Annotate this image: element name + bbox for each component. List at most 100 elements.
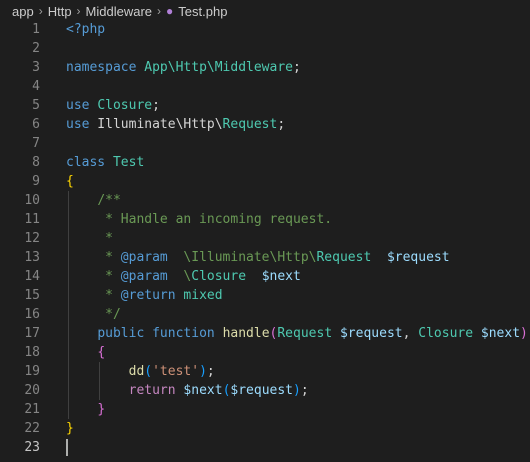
line-number: 5 bbox=[32, 98, 40, 113]
code-line[interactable]: 16 */ bbox=[0, 305, 530, 324]
breadcrumb-item-http[interactable]: Http bbox=[48, 4, 72, 19]
code-token: ) bbox=[199, 364, 207, 379]
code-editor[interactable]: 1 <?php 2 3 namespace App\Http\Middleware; 4 5… bbox=[0, 20, 530, 457]
code-token: \ bbox=[167, 269, 192, 284]
chevron-right-icon: › bbox=[76, 4, 81, 18]
code-token: ; bbox=[293, 60, 301, 75]
code-line[interactable]: 10 /** bbox=[0, 191, 530, 210]
code-line[interactable]: 7 bbox=[0, 134, 530, 153]
breadcrumb: app › Http › Middleware › ● Test.php bbox=[0, 0, 530, 22]
code-line[interactable]: 18 { bbox=[0, 343, 530, 362]
code-token: Illuminate\Http\ bbox=[89, 117, 223, 132]
code-token: return bbox=[128, 383, 176, 398]
code-line[interactable]: 21 } bbox=[0, 400, 530, 419]
code-token: * bbox=[97, 250, 121, 265]
code-token: , bbox=[402, 326, 419, 341]
code-token: ) bbox=[520, 326, 528, 341]
code-content: */ bbox=[66, 305, 121, 324]
code-line[interactable]: 2 bbox=[0, 39, 530, 58]
code-token: $request bbox=[339, 326, 403, 341]
code-line[interactable]: 19 dd('test'); bbox=[0, 362, 530, 381]
code-content: class Test bbox=[66, 153, 144, 172]
code-token: /** bbox=[97, 193, 121, 208]
code-line[interactable]: 9{ bbox=[0, 172, 530, 191]
code-line[interactable]: 11 * Handle an incoming request. bbox=[0, 210, 530, 229]
breadcrumb-file[interactable]: Test.php bbox=[178, 4, 227, 19]
code-token: Closure bbox=[418, 326, 474, 341]
code-token: $next bbox=[183, 383, 223, 398]
line-number: 9 bbox=[32, 174, 40, 189]
code-token: { bbox=[97, 345, 106, 360]
code-token: ( bbox=[144, 364, 153, 379]
code-token: */ bbox=[97, 307, 121, 322]
code-content: /** bbox=[66, 191, 121, 210]
line-number: 12 bbox=[24, 231, 40, 246]
code-content: } bbox=[66, 419, 74, 438]
code-content: * @param \Closure $next bbox=[66, 267, 301, 286]
line-number: 6 bbox=[32, 117, 40, 132]
line-number: 1 bbox=[32, 22, 40, 37]
line-number: 4 bbox=[32, 79, 40, 94]
code-line[interactable]: 23 bbox=[0, 438, 530, 457]
line-number: 20 bbox=[24, 383, 40, 398]
code-content: public function handle(Request $request,… bbox=[66, 324, 528, 343]
code-line[interactable]: 1 <?php bbox=[0, 20, 530, 39]
code-token: $next bbox=[261, 269, 301, 284]
code-line[interactable]: 8 class Test bbox=[0, 153, 530, 172]
code-line[interactable]: 5 use Closure; bbox=[0, 96, 530, 115]
code-line[interactable]: 6 use Illuminate\Http\Request; bbox=[0, 115, 530, 134]
code-token: <?php bbox=[66, 22, 106, 37]
code-line[interactable]: 15 * @return mixed bbox=[0, 286, 530, 305]
line-number: 17 bbox=[24, 326, 40, 341]
code-line[interactable]: 13 * @param \Illuminate\Http\Request $re… bbox=[0, 248, 530, 267]
line-number: 10 bbox=[24, 193, 40, 208]
code-token: use bbox=[66, 117, 90, 132]
code-line[interactable]: 4 bbox=[0, 77, 530, 96]
line-number: 22 bbox=[24, 421, 40, 436]
code-token: ; bbox=[206, 364, 215, 379]
code-token: public bbox=[97, 326, 145, 341]
code-token: * bbox=[97, 269, 121, 284]
code-content: * Handle an incoming request. bbox=[66, 210, 332, 229]
code-token: App\Http\Middleware bbox=[144, 60, 293, 75]
chevron-right-icon: › bbox=[38, 4, 43, 18]
breadcrumb-item-app[interactable]: app bbox=[12, 4, 34, 19]
code-line[interactable]: 3 namespace App\Http\Middleware; bbox=[0, 58, 530, 77]
line-number: 8 bbox=[32, 155, 40, 170]
code-token: $request bbox=[230, 383, 294, 398]
code-line[interactable]: 20 return $next($request); bbox=[0, 381, 530, 400]
code-token: ; bbox=[300, 383, 309, 398]
line-number: 15 bbox=[24, 288, 40, 303]
chevron-right-icon: › bbox=[157, 4, 162, 18]
line-number: 14 bbox=[24, 269, 40, 284]
code-token: Request bbox=[222, 117, 278, 132]
code-token: ; bbox=[277, 117, 286, 132]
code-token: ; bbox=[152, 98, 160, 113]
line-number: 23 bbox=[24, 440, 40, 455]
code-line[interactable]: 14 * @param \Closure $next bbox=[0, 267, 530, 286]
line-number: 7 bbox=[32, 136, 40, 151]
code-content: { bbox=[66, 343, 105, 362]
breadcrumb-item-middleware[interactable]: Middleware bbox=[86, 4, 152, 19]
code-token: ) bbox=[293, 383, 301, 398]
code-token: Request bbox=[277, 326, 333, 341]
code-line[interactable]: 22} bbox=[0, 419, 530, 438]
code-token: dd bbox=[128, 364, 145, 379]
code-token: Closure bbox=[97, 98, 153, 113]
code-token: Request bbox=[316, 250, 372, 265]
code-token: use bbox=[66, 98, 90, 113]
code-line[interactable]: 17 public function handle(Request $reque… bbox=[0, 324, 530, 343]
code-line[interactable]: 12 * bbox=[0, 229, 530, 248]
code-content: use Closure; bbox=[66, 96, 160, 115]
